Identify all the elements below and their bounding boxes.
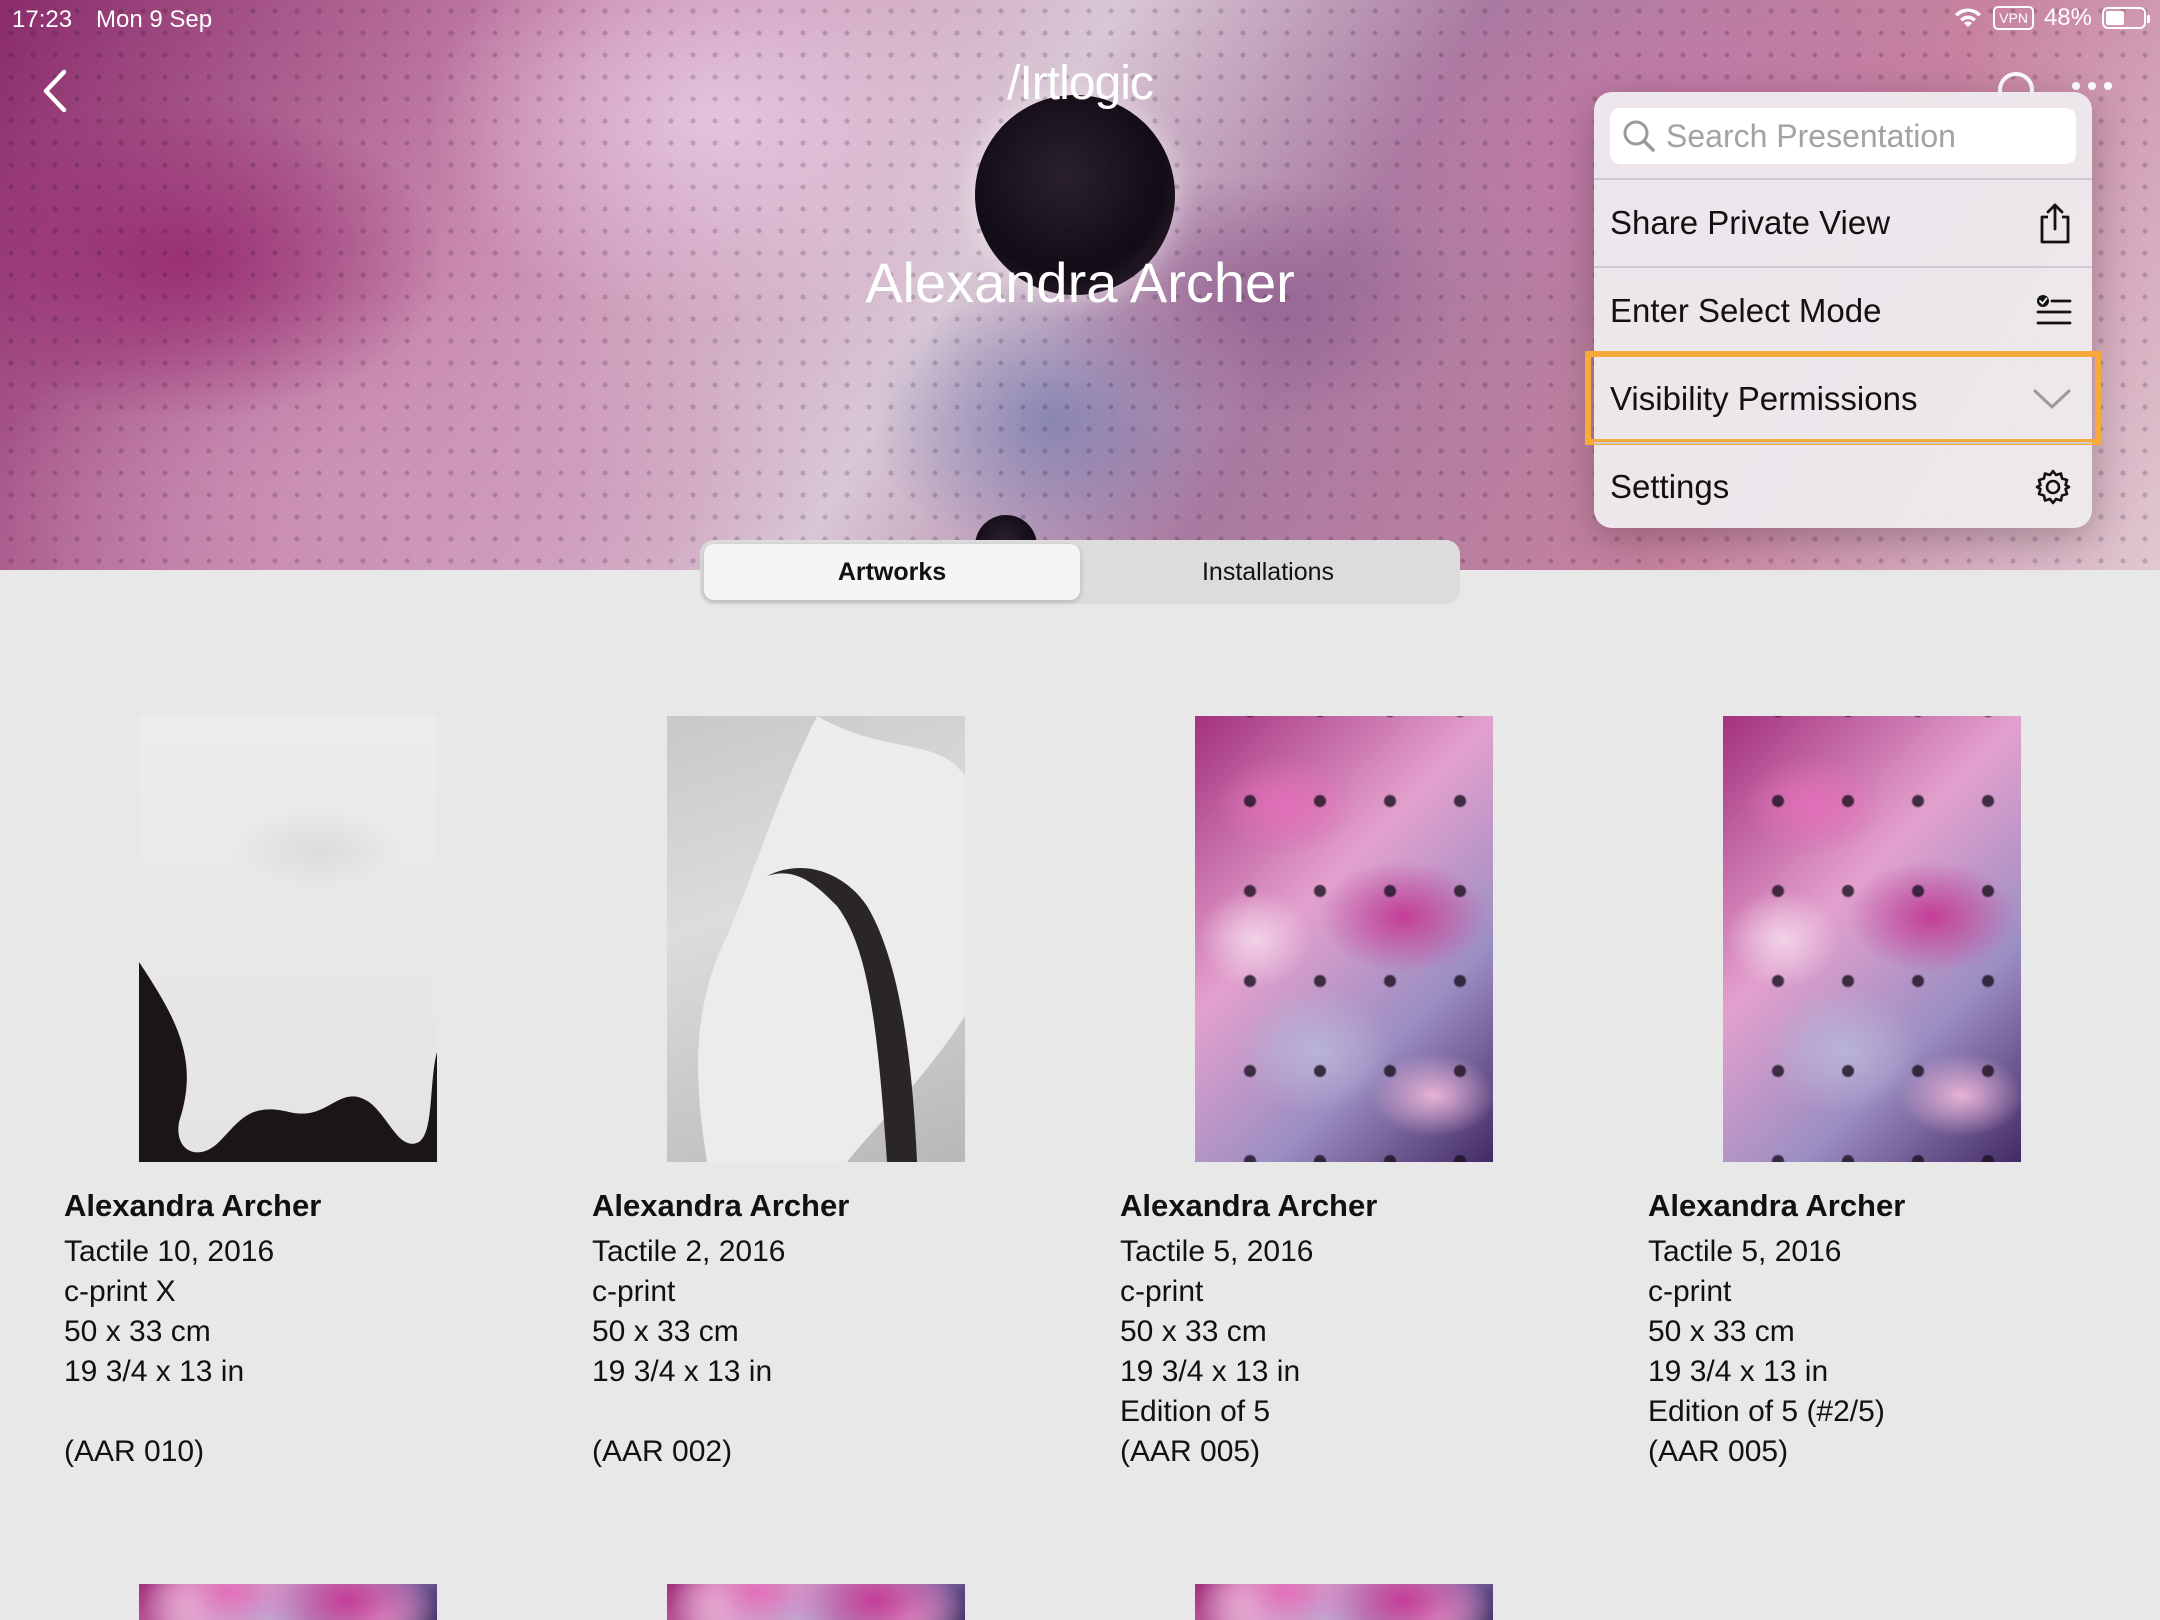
artwork-size-in: 19 3/4 x 13 in — [1120, 1355, 1301, 1388]
search-icon — [1623, 120, 1655, 152]
artwork-size-in: 19 3/4 x 13 in — [1648, 1355, 1829, 1388]
artwork-medium: c-print — [1648, 1275, 1732, 1308]
more-dot — [2072, 82, 2080, 90]
artwork-medium: c-print X — [64, 1275, 176, 1308]
artwork-size-cm: 50 x 33 cm — [64, 1315, 211, 1348]
more-dot — [2088, 82, 2096, 90]
chevron-left-icon — [43, 69, 67, 113]
artwork-edition — [592, 1392, 849, 1432]
artwork-size-cm: 50 x 33 cm — [1648, 1315, 1795, 1348]
artwork-medium: c-print — [1120, 1275, 1204, 1308]
artwork-caption: Alexandra Archer Tactile 5, 2016 c-print… — [1648, 1186, 1905, 1472]
menu-search-box — [1610, 108, 2076, 164]
artwork-medium: c-print — [592, 1275, 676, 1308]
artwork-edition — [64, 1392, 321, 1432]
menu-item-share-private-view[interactable]: Share Private View — [1594, 178, 2092, 266]
artwork-artist: Alexandra Archer — [1120, 1188, 1378, 1223]
artwork-ref: (AAR 005) — [1120, 1435, 1261, 1468]
artwork-caption: Alexandra Archer Tactile 5, 2016 c-print… — [1120, 1186, 1377, 1472]
chevron-down-icon — [2033, 389, 2071, 409]
menu-item-visibility-permissions[interactable]: Visibility Permissions — [1585, 351, 2101, 445]
artwork-size-cm: 50 x 33 cm — [592, 1315, 739, 1348]
artwork-thumbnail[interactable] — [1195, 1584, 1493, 1620]
search-presentation-input[interactable] — [1666, 117, 2066, 155]
artwork-caption: Alexandra Archer Tactile 10, 2016 c-prin… — [64, 1186, 321, 1472]
tab-installations[interactable]: Installations — [1080, 544, 1456, 600]
artwork-title: Tactile 10, 2016 — [64, 1235, 275, 1268]
artwork-edition: Edition of 5 (#2/5) — [1648, 1395, 1885, 1428]
gear-icon — [2035, 469, 2071, 505]
artwork-title: Tactile 5, 2016 — [1120, 1235, 1314, 1268]
select-list-icon — [2036, 295, 2072, 325]
battery-percent: 48% — [2043, 4, 2092, 31]
artwork-size-cm: 50 x 33 cm — [1120, 1315, 1267, 1348]
more-dot — [2104, 82, 2112, 90]
artwork-size-in: 19 3/4 x 13 in — [592, 1355, 773, 1388]
artwork-thumbnail[interactable] — [1195, 716, 1493, 1162]
menu-item-settings[interactable]: Settings — [1594, 442, 2092, 530]
artwork-image-drip — [139, 962, 437, 1162]
status-time: 17:23 — [12, 6, 73, 33]
artwork-thumbnail[interactable] — [667, 1584, 965, 1620]
menu-item-label: Settings — [1610, 468, 1730, 505]
page-title: Alexandra Archer — [865, 251, 1295, 314]
artwork-image-texture — [1195, 716, 1493, 1162]
tab-bar: Artworks Installations — [700, 540, 1460, 604]
menu-item-label: Visibility Permissions — [1610, 380, 1918, 417]
artwork-artist: Alexandra Archer — [1648, 1188, 1906, 1223]
artwork-edition: Edition of 5 — [1120, 1395, 1271, 1428]
artwork-ref: (AAR 005) — [1648, 1435, 1789, 1468]
options-menu: Share Private View Enter Select Mode Vis… — [1585, 92, 2101, 530]
vpn-badge: VPN — [1993, 6, 2034, 30]
artwork-size-in: 19 3/4 x 13 in — [64, 1355, 245, 1388]
artwork-image-veil — [698, 716, 965, 1162]
artwork-thumbnail[interactable] — [139, 716, 437, 1162]
artwork-title: Tactile 2, 2016 — [592, 1235, 786, 1268]
status-date: Mon 9 Sep — [96, 6, 213, 33]
wifi-icon — [1955, 8, 1982, 27]
menu-item-label: Share Private View — [1610, 204, 1891, 241]
menu-item-enter-select-mode[interactable]: Enter Select Mode — [1594, 266, 2092, 354]
artwork-thumbnail[interactable] — [1723, 716, 2021, 1162]
artwork-caption: Alexandra Archer Tactile 2, 2016 c-print… — [592, 1186, 849, 1472]
artwork-image-texture — [1723, 716, 2021, 1162]
artwork-ref: (AAR 010) — [64, 1435, 205, 1468]
artwork-artist: Alexandra Archer — [592, 1188, 850, 1223]
back-button[interactable] — [36, 66, 76, 116]
menu-item-label: Enter Select Mode — [1610, 292, 1882, 329]
status-bar: 17:23 Mon 9 Sep VPN 48% — [0, 0, 2160, 40]
tab-artworks[interactable]: Artworks — [704, 544, 1080, 600]
status-indicators: VPN 48% — [1953, 4, 2150, 32]
share-icon — [2040, 203, 2070, 244]
artwork-artist: Alexandra Archer — [64, 1188, 322, 1223]
artwork-thumbnail[interactable] — [139, 1584, 437, 1620]
artwork-title: Tactile 5, 2016 — [1648, 1235, 1842, 1268]
artlogic-logo: /Irtlogic — [1007, 57, 1154, 110]
artwork-thumbnail[interactable] — [667, 716, 965, 1162]
more-options-button[interactable] — [2072, 82, 2112, 90]
battery-icon — [2102, 7, 2150, 29]
artwork-ref: (AAR 002) — [592, 1435, 733, 1468]
